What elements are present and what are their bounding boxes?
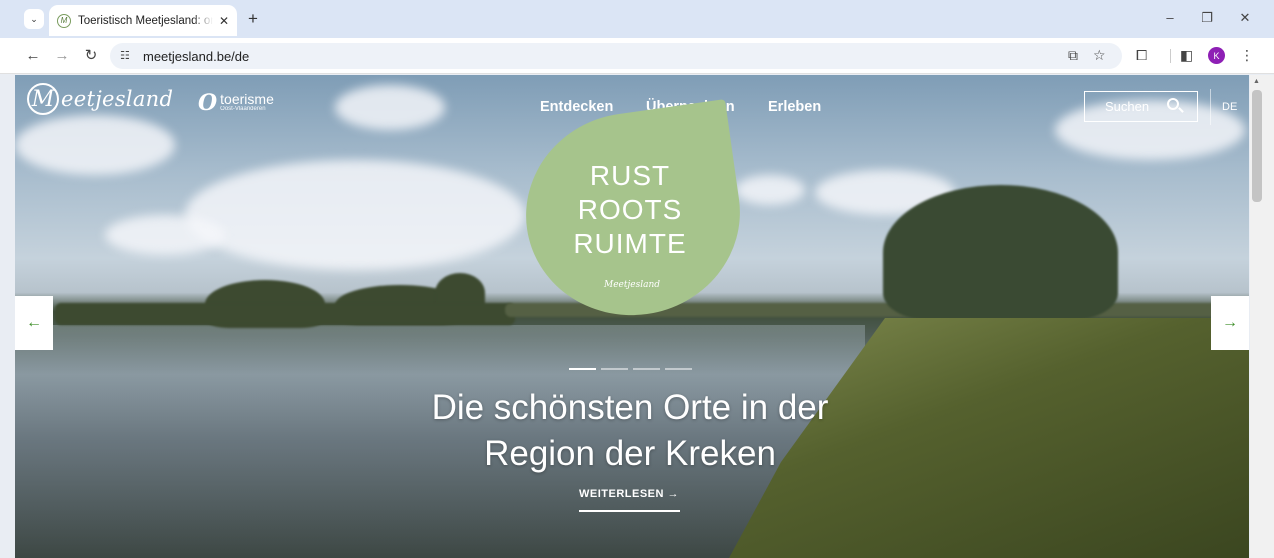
search-icon bbox=[1167, 98, 1179, 110]
new-tab-button[interactable]: + bbox=[244, 10, 262, 28]
url-text[interactable]: meetjesland.be/de bbox=[143, 49, 249, 64]
tab-strip: ⌄ M Toeristisch Meetjesland: ontdekken ✕… bbox=[0, 0, 1274, 38]
browser-tab[interactable]: M Toeristisch Meetjesland: ontdekken ✕ bbox=[49, 5, 237, 36]
arrow-right-icon: → bbox=[1222, 314, 1238, 331]
extensions-icon[interactable]: ⧠ bbox=[1136, 47, 1147, 64]
search-label: Suchen bbox=[1105, 99, 1150, 114]
toolbar-divider bbox=[1170, 49, 1171, 63]
slider-dot[interactable] bbox=[569, 368, 596, 370]
slider-next-button[interactable]: → bbox=[1211, 296, 1249, 350]
site-favicon-icon: M bbox=[57, 13, 71, 28]
language-divider bbox=[1210, 89, 1211, 125]
search-button[interactable]: Suchen bbox=[1084, 91, 1198, 122]
logo-mark: M bbox=[27, 83, 59, 115]
scroll-up-icon[interactable]: ▲ bbox=[1253, 78, 1260, 85]
toerisme-logo-wordmark: toerisme Oost-Vlaanderen bbox=[220, 91, 274, 113]
leaf-signature: Meetjesland bbox=[603, 280, 661, 290]
slider-prev-button[interactable]: ← bbox=[15, 296, 53, 350]
hero-cloud bbox=[335, 85, 445, 130]
slider-dot[interactable] bbox=[601, 368, 628, 370]
hero-headline: Die schönsten Orte in der Region der Kre… bbox=[431, 388, 829, 473]
translate-icon[interactable]: ⧉ bbox=[1068, 47, 1078, 64]
side-panel-icon[interactable]: ◧ bbox=[1180, 47, 1193, 64]
browser-menu-icon[interactable]: ⋮ bbox=[1240, 47, 1254, 64]
minimize-button[interactable]: – bbox=[1160, 10, 1180, 25]
window-close-button[interactable]: ✕ bbox=[1235, 10, 1255, 26]
browser-toolbar: ← → ↻ ☷ meetjesland.be/de ⧉ ☆ ⧠ ◧ K ⋮ bbox=[0, 38, 1274, 74]
leaf-line-roots: ROOTS bbox=[577, 194, 683, 225]
toerisme-logo-word: toerisme bbox=[220, 91, 274, 107]
leaf-line-ruimte: RUIMTE bbox=[573, 228, 687, 259]
reload-icon[interactable]: ↻ bbox=[82, 47, 100, 65]
slider-dot[interactable] bbox=[633, 368, 660, 370]
logo-wordmark: eetjesland bbox=[61, 87, 174, 111]
hero-cloud bbox=[105, 215, 225, 255]
hero-treeline bbox=[55, 303, 515, 325]
arrow-left-icon: ← bbox=[26, 314, 42, 331]
hero-section: M eetjesland O toerisme Oost-Vlaanderen … bbox=[15, 75, 1249, 558]
language-switcher[interactable]: DE bbox=[1222, 101, 1237, 113]
toerisme-oost-vlaanderen-logo[interactable]: O toerisme Oost-Vlaanderen bbox=[198, 90, 274, 116]
tab-title: Toeristisch Meetjesland: ontdekken bbox=[78, 14, 213, 27]
hero-cloud bbox=[15, 115, 175, 175]
nav-entdecken[interactable]: Entdecken bbox=[540, 99, 613, 115]
leaf-slogan: RUST ROOTS RUIMTE bbox=[570, 159, 690, 261]
scrollbar-thumb[interactable] bbox=[1252, 90, 1262, 202]
tab-search-button[interactable]: ⌄ bbox=[24, 9, 44, 29]
profile-avatar[interactable]: K bbox=[1208, 47, 1225, 64]
slider-pagination bbox=[569, 368, 692, 370]
slider-dot[interactable] bbox=[665, 368, 692, 370]
hero-trees bbox=[883, 185, 1118, 320]
bookmark-star-icon[interactable]: ☆ bbox=[1093, 47, 1106, 64]
hero-cloud bbox=[185, 160, 525, 270]
back-icon[interactable]: ← bbox=[24, 47, 42, 65]
hero-cloud bbox=[735, 175, 805, 205]
read-more-link[interactable]: WEITERLESEN → bbox=[579, 488, 680, 512]
nav-erleben[interactable]: Erleben bbox=[768, 99, 821, 115]
meetjesland-logo[interactable]: M eetjesland bbox=[27, 83, 173, 115]
forward-icon[interactable]: → bbox=[53, 47, 71, 65]
tab-close-icon[interactable]: ✕ bbox=[219, 14, 229, 28]
site-info-icon[interactable]: ☷ bbox=[120, 49, 130, 62]
toerisme-logo-sub: Oost-Vlaanderen bbox=[220, 106, 266, 112]
address-bar[interactable]: ☷ meetjesland.be/de ⧉ ☆ bbox=[110, 43, 1122, 69]
toerisme-logo-mark: O bbox=[198, 90, 218, 116]
leaf-line-rust: RUST bbox=[589, 160, 671, 191]
restore-button[interactable]: ❐ bbox=[1197, 10, 1217, 26]
